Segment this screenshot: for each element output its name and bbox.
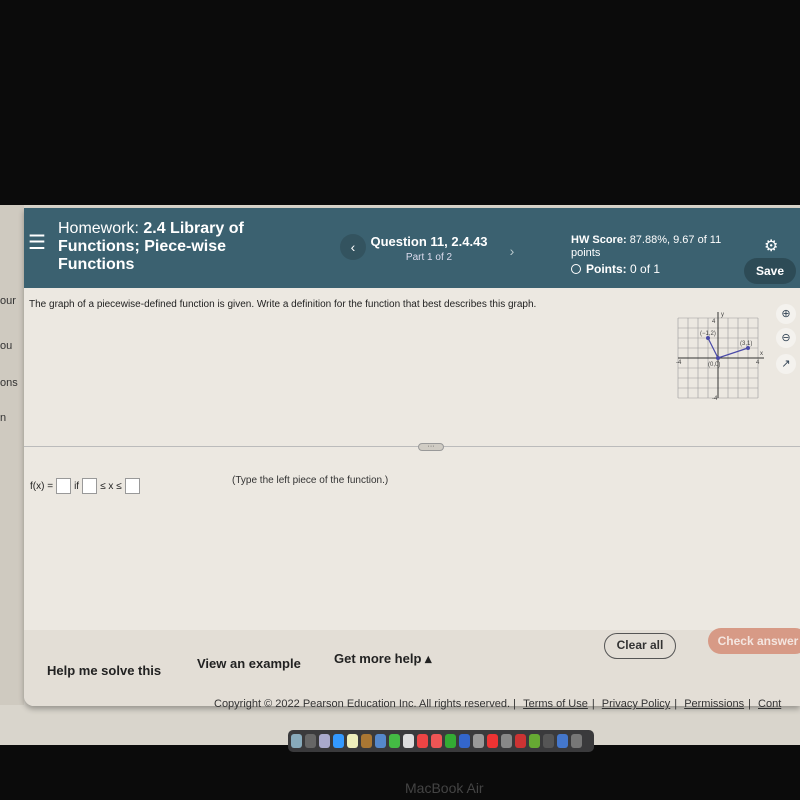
homework-title: Homework: 2.4 Library of Functions; Piec… xyxy=(58,220,244,273)
dock-app-icon[interactable] xyxy=(459,734,470,748)
get-more-help-button[interactable]: Get more help ▴ xyxy=(334,651,432,667)
contact-link[interactable]: Cont xyxy=(758,698,781,710)
dock-app-icon[interactable] xyxy=(431,734,442,748)
dock-app-icon[interactable] xyxy=(347,734,358,748)
point-label: (0,0) xyxy=(708,362,720,368)
dock-app-icon[interactable] xyxy=(543,734,554,748)
tick-label: 4 xyxy=(756,360,760,366)
dock xyxy=(288,730,594,752)
status-circle-icon xyxy=(571,264,581,274)
sidebar-text: our xyxy=(0,295,16,307)
y-axis-label: y xyxy=(721,312,724,318)
dock-app-icon[interactable] xyxy=(319,734,330,748)
point-label: (−1,2) xyxy=(700,331,716,337)
homework-app: ☰ Homework: 2.4 Library of Functions; Pi… xyxy=(24,208,800,706)
sidebar-strip: our ou ons n xyxy=(0,205,24,705)
dock-app-icon[interactable] xyxy=(473,734,484,748)
question-indicator: Question 11, 2.4.43 Part 1 of 2 xyxy=(370,234,488,263)
terms-link[interactable]: Terms of Use xyxy=(523,698,588,710)
hw-score: HW Score: 87.88%, 9.67 of 11 points Poin… xyxy=(571,234,722,276)
divider xyxy=(24,446,800,447)
hamburger-icon[interactable]: ☰ xyxy=(28,230,46,255)
clear-all-button[interactable]: Clear all xyxy=(604,633,676,659)
dock-app-icon[interactable] xyxy=(417,734,428,748)
privacy-link[interactable]: Privacy Policy xyxy=(602,698,670,710)
previous-question-button[interactable]: ‹ xyxy=(340,234,366,260)
dock-app-icon[interactable] xyxy=(403,734,414,748)
tick-label: -4 xyxy=(676,360,682,366)
dock-app-icon[interactable] xyxy=(375,734,386,748)
dock-app-icon[interactable] xyxy=(571,734,582,748)
header: ☰ Homework: 2.4 Library of Functions; Pi… xyxy=(24,208,800,288)
check-answer-button[interactable]: Check answer xyxy=(708,628,800,654)
save-button[interactable]: Save xyxy=(744,258,796,284)
answer-row: f(x) = if ≤ x ≤ xyxy=(30,478,140,494)
dock-app-icon[interactable] xyxy=(445,734,456,748)
external-link-icon[interactable]: ↗ xyxy=(776,354,796,374)
dock-app-icon[interactable] xyxy=(389,734,400,748)
point-label: (3,1) xyxy=(740,341,752,347)
function-input[interactable] xyxy=(56,478,72,494)
lower-bound-input[interactable] xyxy=(82,478,98,494)
upper-bound-input[interactable] xyxy=(124,478,140,494)
help-me-solve-button[interactable]: Help me solve this xyxy=(47,663,161,678)
hint-text: (Type the left piece of the function.) xyxy=(232,475,389,486)
view-example-button[interactable]: View an example xyxy=(197,656,301,671)
dock-app-icon[interactable] xyxy=(557,734,568,748)
sidebar-text: ons xyxy=(0,377,18,389)
dock-app-icon[interactable] xyxy=(501,734,512,748)
dock-app-icon[interactable] xyxy=(305,734,316,748)
tick-label: -4 xyxy=(712,396,718,402)
function-graph: x y -4 4 4 -4 (−1,2) (0,0) (3,1) xyxy=(676,312,764,402)
zoom-out-icon[interactable]: ⊖ xyxy=(776,328,796,348)
zoom-in-icon[interactable]: ⊕ xyxy=(776,304,796,324)
dock-app-icon[interactable] xyxy=(291,734,302,748)
permissions-link[interactable]: Permissions xyxy=(684,698,744,710)
graph-point xyxy=(716,356,720,360)
dock-app-icon[interactable] xyxy=(529,734,540,748)
sidebar-text: ou xyxy=(0,340,13,352)
x-axis-label: x xyxy=(760,351,763,357)
device-label: MacBook Air xyxy=(405,780,484,796)
gear-icon[interactable]: ⚙ xyxy=(764,236,778,256)
dock-app-icon[interactable] xyxy=(361,734,372,748)
expand-handle[interactable]: ··· xyxy=(418,443,444,451)
dock-app-icon[interactable] xyxy=(515,734,526,748)
question-text: The graph of a piecewise-defined functio… xyxy=(29,299,537,310)
copyright: Copyright © 2022 Pearson Education Inc. … xyxy=(214,698,782,710)
dock-app-icon[interactable] xyxy=(333,734,344,748)
sidebar-text: n xyxy=(0,412,7,424)
tick-label: 4 xyxy=(712,319,716,325)
next-question-button[interactable]: › xyxy=(499,238,525,264)
dock-app-icon[interactable] xyxy=(487,734,498,748)
